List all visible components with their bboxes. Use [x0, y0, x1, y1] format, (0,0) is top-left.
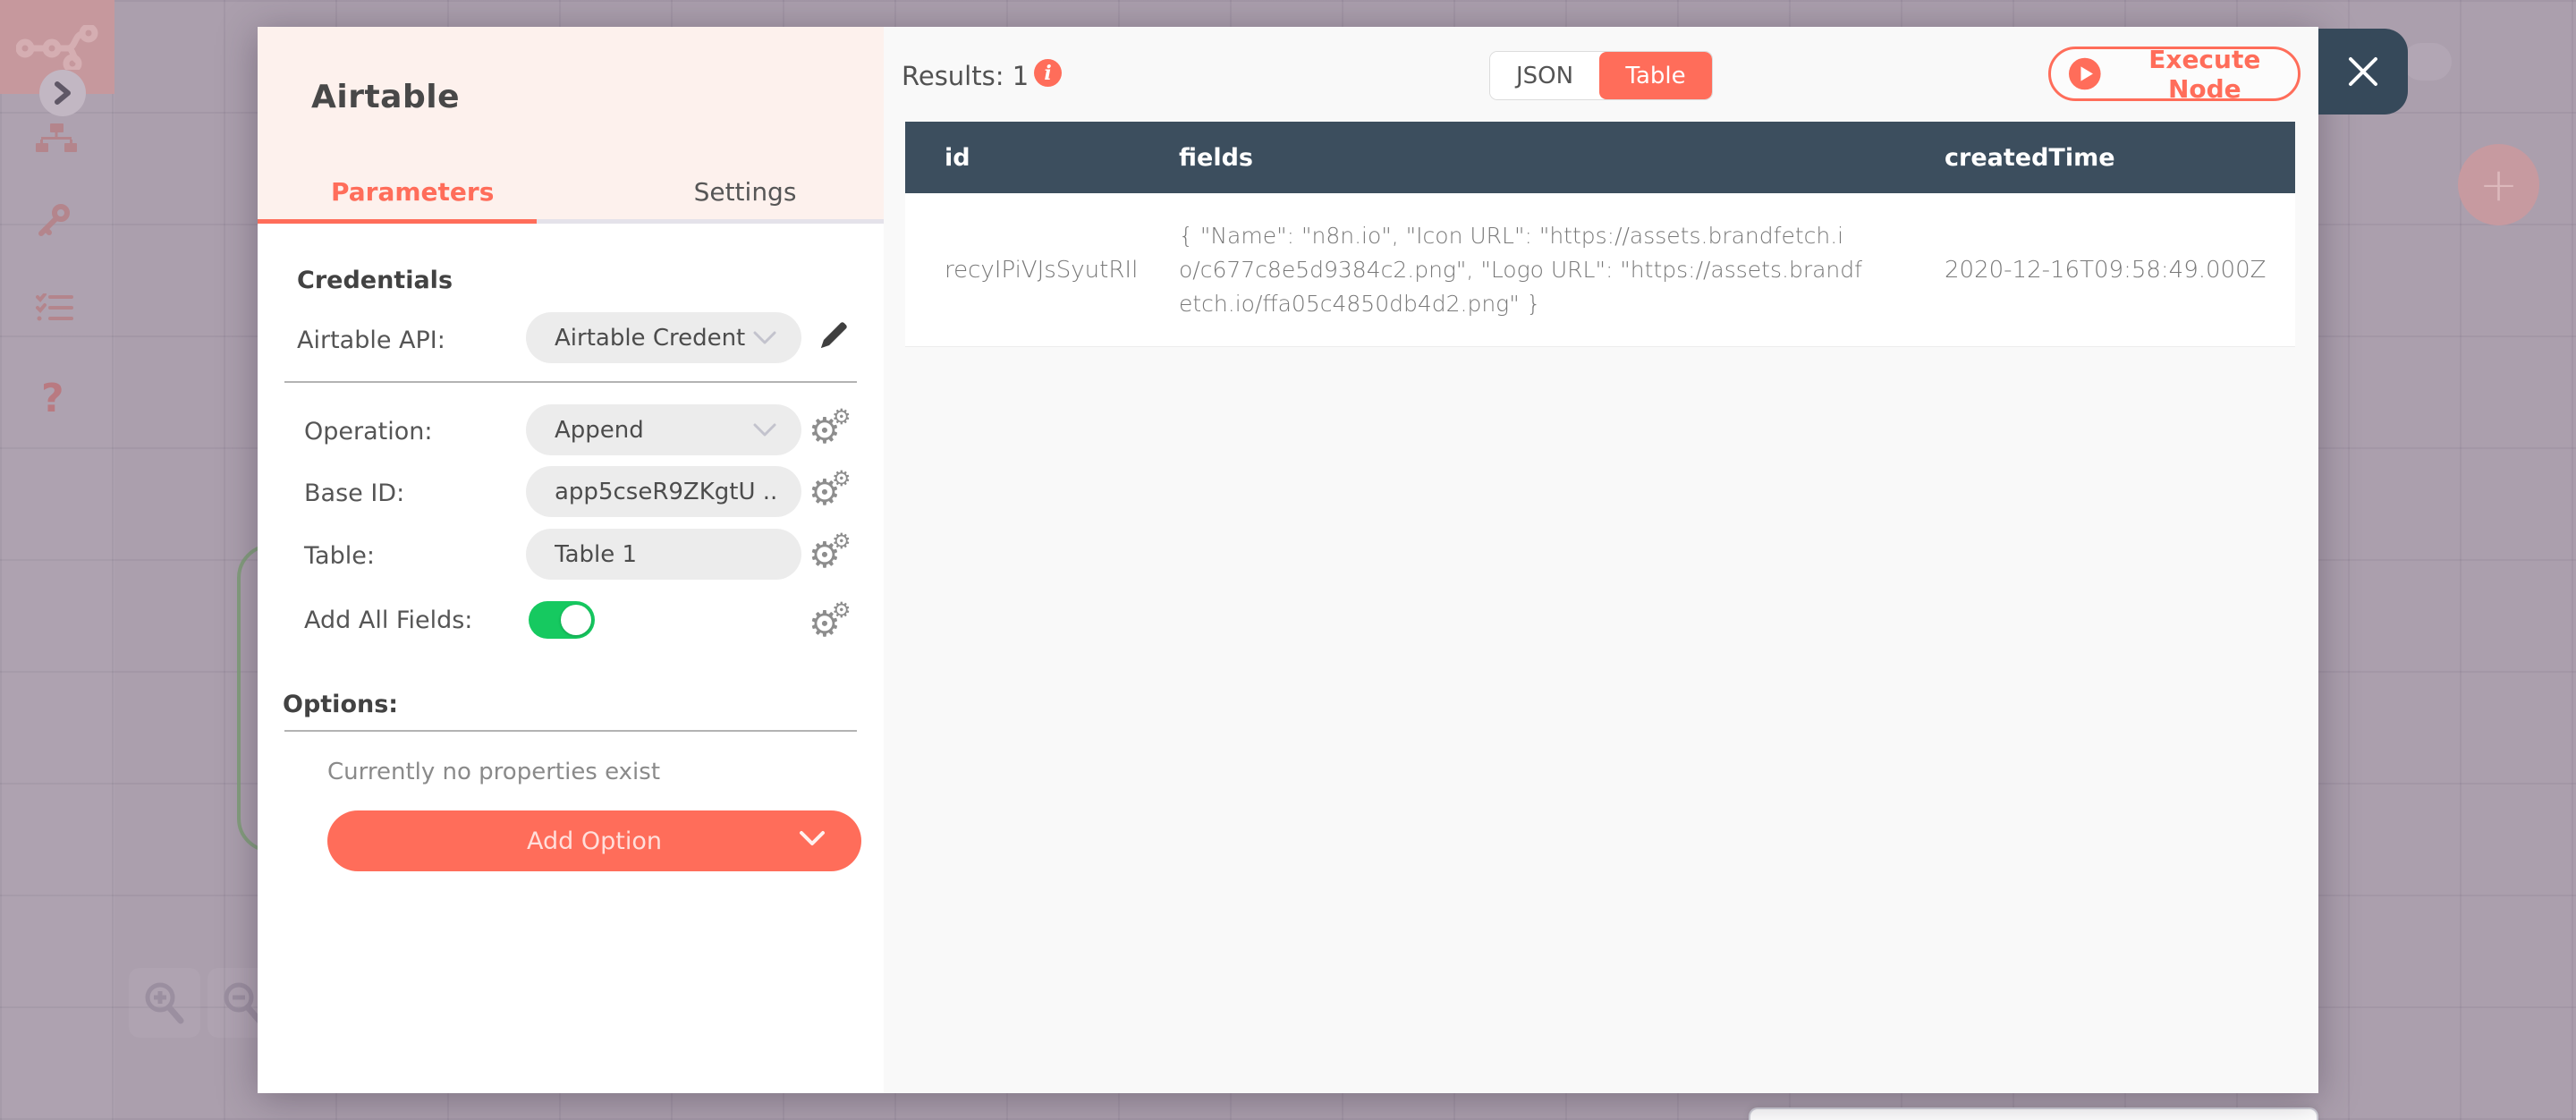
results-table: id fields createdTime recyIPiVJsSyutRIl … — [905, 122, 2295, 347]
gear-icon-small: ⚙ — [832, 529, 852, 554]
table-gear-button[interactable]: ⚙ ⚙ — [809, 529, 862, 579]
chevron-down-icon — [753, 331, 776, 344]
pencil-icon — [820, 321, 847, 348]
results-panel: Results: 1 i JSON Table Execute Node id … — [884, 27, 2318, 1093]
operation-value: Append — [555, 416, 644, 444]
n8n-logo-icon — [16, 25, 98, 70]
add-all-fields-toggle[interactable] — [529, 601, 595, 639]
section-divider — [284, 381, 857, 383]
chevron-down-icon — [800, 831, 825, 845]
column-header-createdtime: createdTime — [1945, 143, 2115, 172]
execute-node-label: Execute Node — [2148, 44, 2261, 104]
bottom-popup-edge — [1749, 1107, 2318, 1120]
gear-icon-small: ⚙ — [832, 598, 852, 623]
credential-select[interactable]: Airtable Credentia ... — [526, 312, 801, 363]
base-id-value: app5cseR9ZKgtU ... — [555, 478, 776, 505]
gear-icon-small: ⚙ — [832, 404, 852, 429]
sidebar: ? — [0, 0, 114, 1120]
sidebar-item-workflows[interactable] — [36, 123, 77, 156]
results-table-header: id fields createdTime — [905, 122, 2295, 193]
node-header: Airtable Parameters Settings — [258, 27, 884, 224]
base-id-input[interactable]: app5cseR9ZKgtU ... — [526, 466, 801, 517]
table-value: Table 1 — [555, 540, 638, 568]
n8n-app-window: ? + Airtable Parameters Settings Credent… — [0, 0, 2576, 1120]
plus-icon: + — [2479, 157, 2519, 212]
zoom-in-button[interactable] — [129, 968, 200, 1038]
zoom-in-icon — [145, 982, 184, 1024]
sidebar-expand-button[interactable] — [39, 70, 86, 116]
credential-label: Airtable API: — [297, 327, 445, 354]
key-icon — [38, 204, 70, 236]
cell-fields: { "Name": "n8n.io", "Icon URL": "https:/… — [1179, 222, 1862, 317]
info-icon-glyph: i — [1044, 61, 1052, 85]
gear-icon-small: ⚙ — [832, 466, 852, 491]
param-label-table: Table: — [304, 542, 375, 570]
add-node-button[interactable]: + — [2458, 144, 2539, 225]
info-icon[interactable]: i — [1034, 59, 1062, 87]
add-option-button[interactable]: Add Option — [327, 810, 861, 871]
toggle-knob — [561, 605, 591, 635]
param-label-operation: Operation: — [304, 418, 433, 445]
sidebar-item-executions[interactable] — [36, 293, 73, 326]
results-count: Results: 1 — [902, 61, 1030, 91]
options-empty-text: Currently no properties exist — [327, 759, 661, 785]
view-toggle: JSON Table — [1490, 52, 1712, 99]
base-id-gear-button[interactable]: ⚙ ⚙ — [809, 466, 862, 516]
param-label-base-id: Base ID: — [304, 479, 405, 507]
credential-value: Airtable Credentia ... — [555, 324, 746, 352]
options-divider — [284, 730, 857, 732]
credentials-heading: Credentials — [297, 267, 453, 294]
cell-id: recyIPiVJsSyutRIl — [945, 256, 1139, 284]
operation-select[interactable]: Append — [526, 404, 801, 455]
close-modal-button[interactable] — [2318, 29, 2408, 115]
table-row: recyIPiVJsSyutRIl { "Name": "n8n.io", "I… — [905, 193, 2295, 347]
add-option-label: Add Option — [527, 827, 662, 855]
node-details-modal: Airtable Parameters Settings Credentials… — [258, 27, 2408, 1093]
view-toggle-table[interactable]: Table — [1599, 52, 1712, 99]
edit-credential-button[interactable] — [814, 317, 853, 356]
cell-createdtime: 2020-12-16T09:58:49.000Z — [1945, 256, 2267, 284]
options-heading: Options: — [283, 691, 399, 718]
table-input[interactable]: Table 1 — [526, 529, 801, 580]
sidebar-item-credentials[interactable] — [36, 204, 72, 242]
header-pill — [2402, 43, 2452, 81]
view-toggle-json[interactable]: JSON — [1490, 52, 1599, 99]
question-mark-icon: ? — [41, 376, 64, 421]
sitemap-icon — [36, 123, 77, 152]
operation-gear-button[interactable]: ⚙ ⚙ — [809, 404, 862, 454]
parameters-body: Credentials Airtable API: Airtable Crede… — [258, 224, 884, 1093]
execute-node-button[interactable]: Execute Node — [2048, 44, 2301, 104]
tab-parameters[interactable]: Parameters — [331, 177, 494, 207]
parameters-panel: Airtable Parameters Settings Credentials… — [258, 27, 884, 1093]
chevron-right-icon — [55, 81, 71, 105]
close-icon — [2349, 57, 2377, 86]
play-circle-icon — [2069, 57, 2101, 90]
param-label-add-all-fields: Add All Fields: — [304, 607, 473, 634]
checklist-icon — [36, 293, 73, 321]
tab-settings[interactable]: Settings — [678, 177, 812, 207]
add-all-fields-gear-button[interactable]: ⚙ ⚙ — [809, 598, 862, 648]
node-title: Airtable — [311, 79, 460, 115]
column-header-fields: fields — [1179, 143, 1253, 172]
chevron-down-icon — [753, 423, 776, 436]
column-header-id: id — [945, 143, 970, 172]
sidebar-item-help[interactable]: ? — [41, 376, 64, 421]
